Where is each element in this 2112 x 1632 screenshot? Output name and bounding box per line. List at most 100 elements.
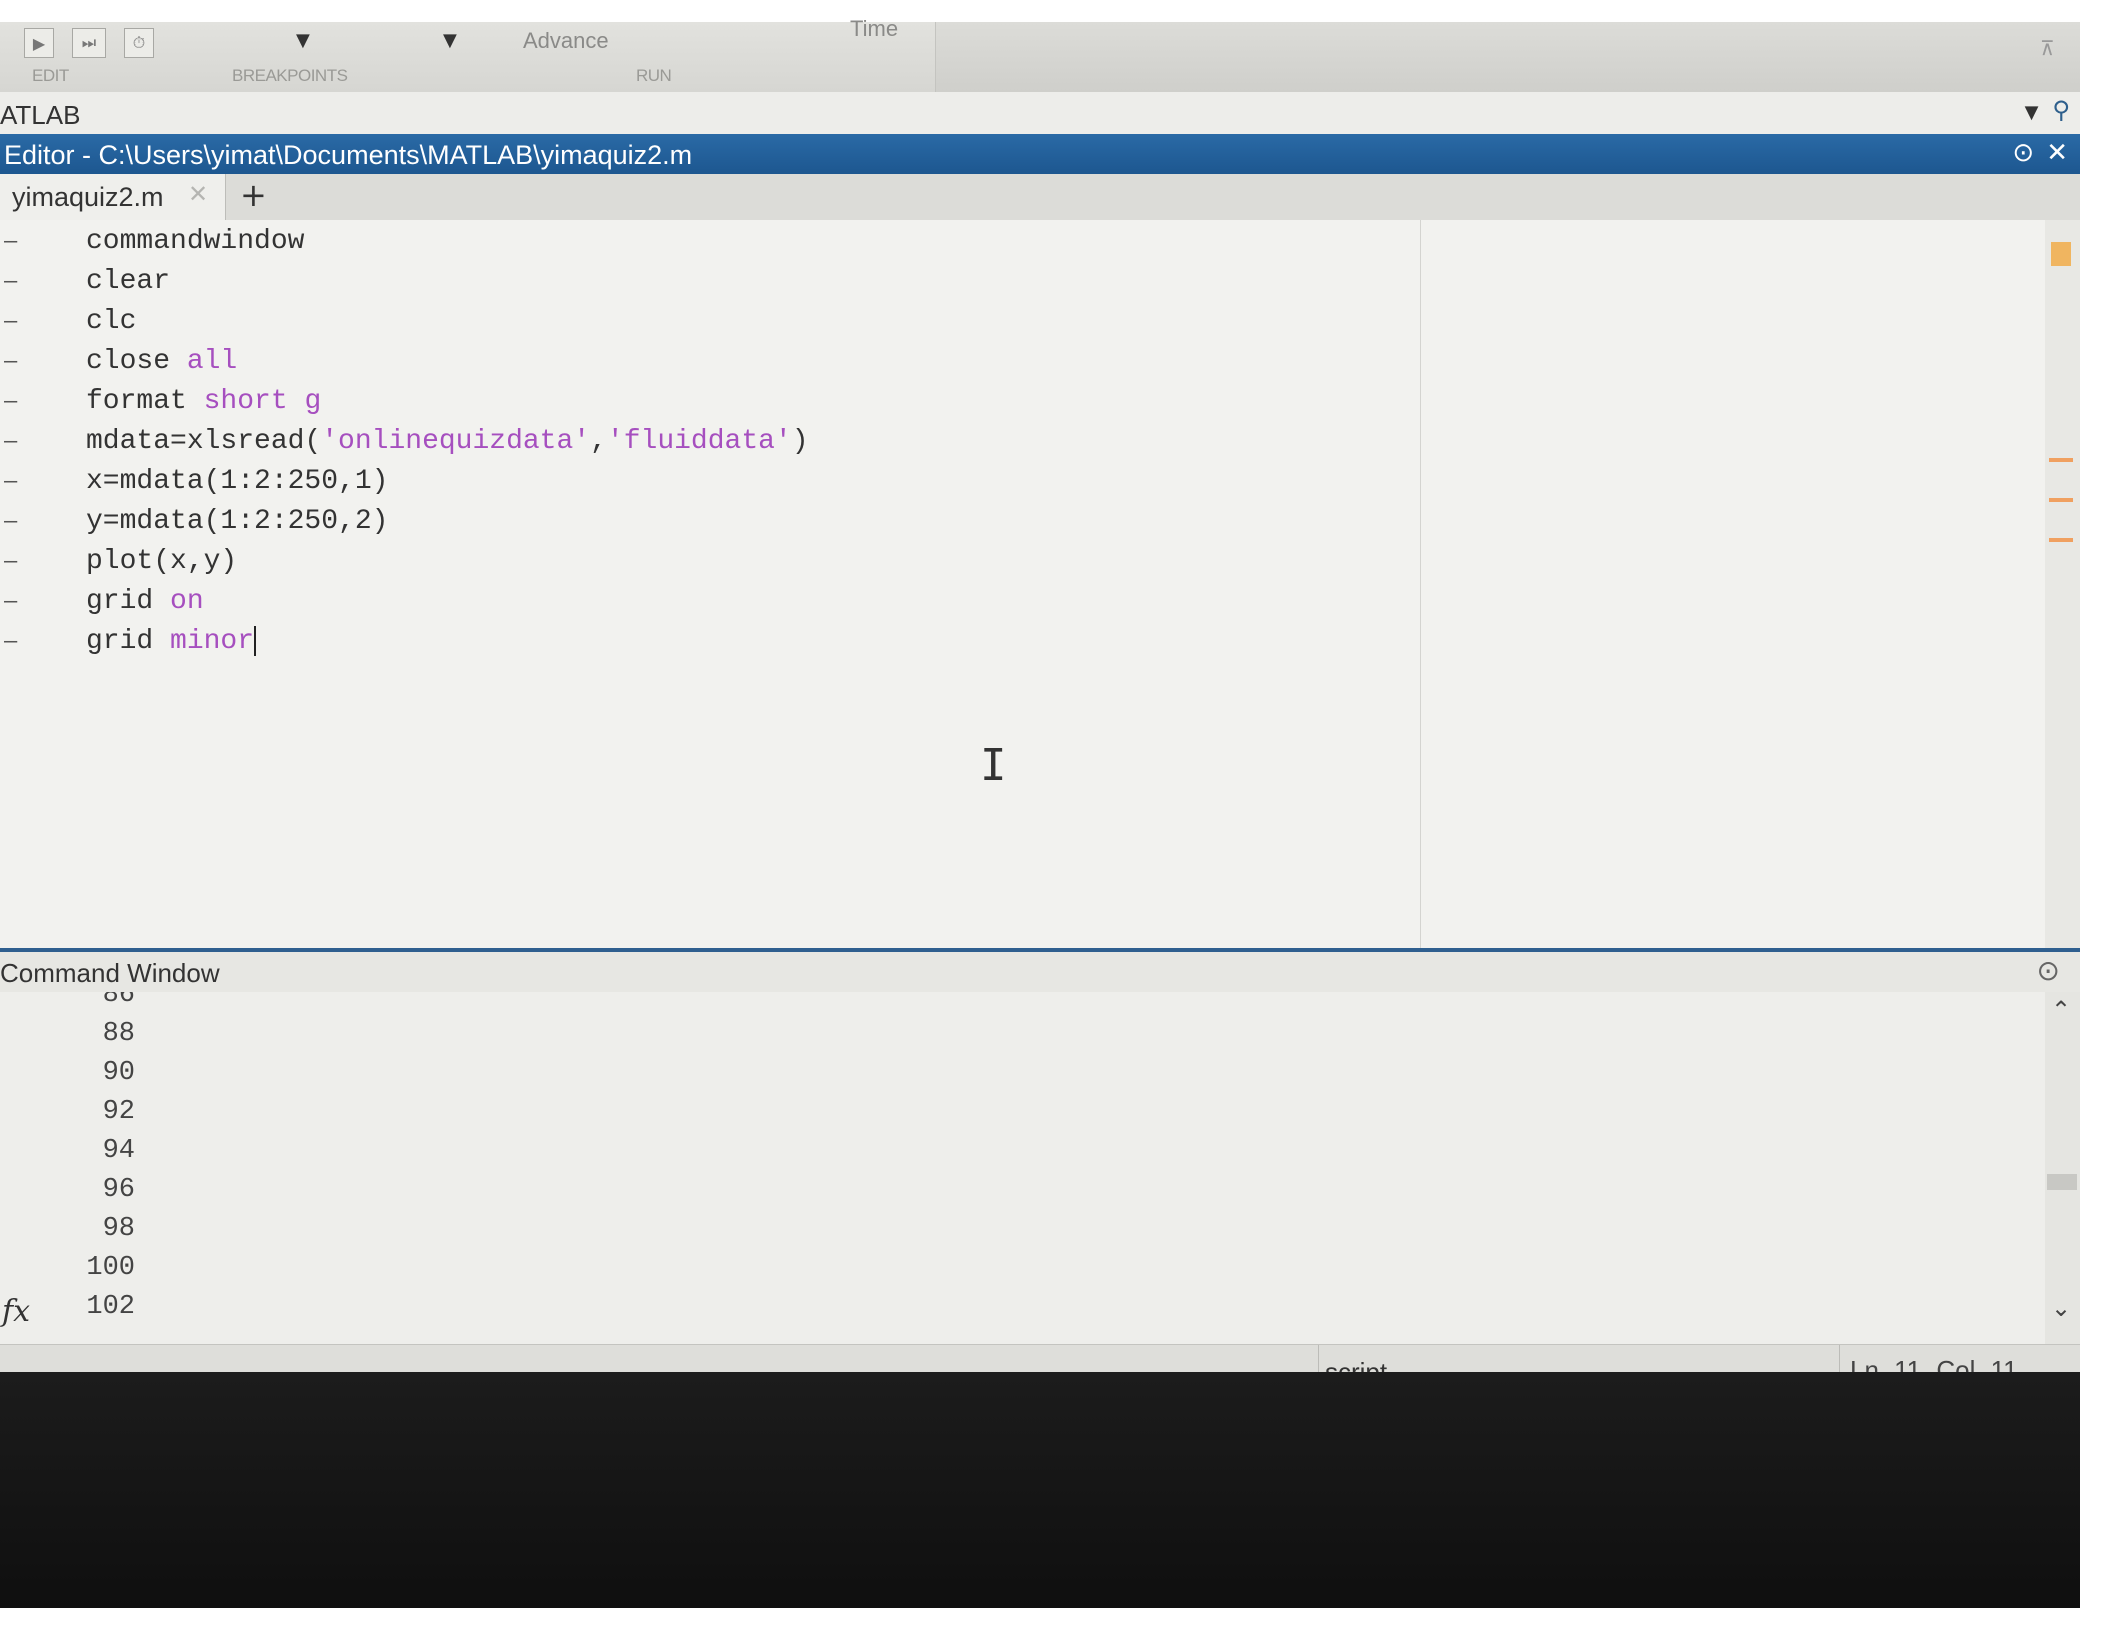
code-line[interactable]: grid minor	[86, 622, 257, 662]
code-text: x=mdata(1:2:250,1)	[86, 466, 389, 497]
code-text: grid	[86, 626, 171, 657]
function-browser-icon[interactable]: fx	[2, 1294, 30, 1329]
breakpoint-dash[interactable]: –	[4, 462, 17, 502]
app-header: ATLAB ▼ ⚲	[0, 92, 2080, 135]
tab-label: yimaquiz2.m	[12, 182, 164, 212]
dropdown-arrow-icon[interactable]: ▼	[296, 30, 310, 51]
editor-path: Editor - C:\Users\yimat\Documents\MATLAB…	[4, 140, 693, 170]
text-cursor-icon: I	[980, 740, 1007, 791]
breakpoint-dash[interactable]: –	[4, 222, 17, 262]
panel-menu-icon[interactable]: ⊙	[2012, 138, 2034, 168]
breakpoint-dash[interactable]: –	[4, 502, 17, 542]
code-keyword: all	[186, 346, 238, 377]
code-line[interactable]: format short g	[86, 382, 321, 422]
breakpoint-dash[interactable]: –	[4, 382, 17, 422]
pin-icon[interactable]: ⊼	[2040, 36, 2062, 66]
photo-border	[2080, 22, 2112, 1608]
command-window-title-bar: Command Window ⊙	[0, 952, 2080, 992]
code-text: grid	[86, 586, 171, 617]
line-gutter: – – – – – – – – – – –	[0, 220, 40, 948]
output-line: 98	[102, 1214, 135, 1244]
app-title: ATLAB	[0, 100, 81, 130]
code-text: mdata=xlsread(	[86, 426, 322, 457]
output-line: 90	[102, 1058, 135, 1088]
chevron-down-icon[interactable]: ▼	[2025, 102, 2039, 123]
code-area[interactable]: commandwindow clear clc close all format…	[86, 220, 1386, 948]
status-indicator[interactable]	[2051, 242, 2071, 266]
code-text: plot(x,y)	[86, 546, 238, 577]
code-line[interactable]: close all	[86, 342, 237, 382]
advance-label[interactable]: Advance	[523, 28, 609, 54]
breakpoint-dash[interactable]: –	[4, 542, 17, 582]
dropdown-arrow-icon[interactable]: ▼	[443, 30, 457, 51]
close-icon[interactable]: ✕	[2046, 138, 2068, 168]
breakpoint-dash[interactable]: –	[4, 582, 17, 622]
code-line[interactable]: grid on	[86, 582, 204, 622]
text-caret	[254, 625, 257, 656]
code-keyword: on	[170, 586, 204, 617]
code-line[interactable]: mdata=xlsread('onlinequizdata','fluiddat…	[86, 422, 809, 462]
code-text: close	[86, 346, 187, 377]
output-line: 94	[102, 1136, 135, 1166]
code-text: )	[791, 426, 809, 457]
section-run: RUN	[636, 66, 672, 85]
code-text: y=mdata(1:2:250,2)	[86, 506, 389, 537]
run-advance-icon[interactable]: ⏭	[72, 28, 106, 58]
breakpoint-dash[interactable]: –	[4, 262, 17, 302]
search-icon[interactable]: ⚲	[2052, 96, 2070, 124]
output-line: 86	[102, 992, 135, 1010]
output-line: 88	[102, 1019, 135, 1049]
header-icons: ▼ ⚲	[2025, 96, 2070, 124]
monitor-bezel	[0, 1372, 2080, 1608]
editor-title-bar: Editor - C:\Users\yimat\Documents\MATLAB…	[0, 134, 2080, 174]
toolstrip-group: ▶ ⏭ ⏱ ▼ ▼ Advance Time EDIT BREAKPOINTS …	[0, 16, 936, 92]
code-line[interactable]: commandwindow	[86, 222, 304, 262]
command-window-output[interactable]: 86 88 90 92 94 96 98 100 102 fx	[0, 992, 2045, 1344]
code-text: ,	[590, 426, 607, 457]
code-editor[interactable]: – – – – – – – – – – – commandwindow clea…	[0, 220, 2045, 948]
editor-tabs: yimaquiz2.m ✕ +	[0, 174, 2080, 221]
code-line[interactable]: plot(x,y)	[86, 542, 237, 582]
output-line: 100	[86, 1253, 135, 1283]
code-line[interactable]: clc	[86, 302, 136, 342]
code-line[interactable]: x=mdata(1:2:250,1)	[86, 462, 388, 502]
time-label[interactable]: Time	[850, 16, 898, 42]
warning-marker[interactable]	[2049, 458, 2073, 462]
tab-yimaquiz2[interactable]: yimaquiz2.m ✕	[0, 174, 226, 220]
command-window-scrollbar[interactable]: ⌃ ⌄	[2045, 992, 2080, 1344]
new-tab-button[interactable]: +	[240, 176, 267, 214]
breakpoint-dash[interactable]: –	[4, 422, 17, 462]
warning-marker[interactable]	[2049, 538, 2073, 542]
code-keyword: short g	[203, 386, 322, 417]
tab-close-icon[interactable]: ✕	[188, 180, 208, 208]
code-text: commandwindow	[86, 226, 305, 257]
matlab-window: ▶ ⏭ ⏱ ▼ ▼ Advance Time EDIT BREAKPOINTS …	[0, 16, 2080, 1395]
code-line[interactable]: clear	[86, 262, 170, 302]
code-string: 'fluiddata'	[606, 426, 792, 457]
code-text: clc	[86, 306, 137, 337]
code-keyword: minor	[170, 626, 255, 657]
code-text: format	[86, 386, 204, 417]
editor-title-icons: ⊙ ✕	[2012, 138, 2068, 168]
code-line[interactable]: y=mdata(1:2:250,2)	[86, 502, 388, 542]
code-text: clear	[86, 266, 171, 297]
breakpoint-dash[interactable]: –	[4, 622, 17, 662]
chevron-down-icon[interactable]: ⌄	[2051, 1294, 2071, 1322]
breakpoint-dash[interactable]: –	[4, 302, 17, 342]
warning-marker[interactable]	[2049, 498, 2073, 502]
output-line: 92	[102, 1097, 135, 1127]
editor-scrollbar[interactable]	[2045, 220, 2080, 948]
section-edit: EDIT	[32, 66, 69, 85]
section-breakpoints: BREAKPOINTS	[232, 66, 348, 85]
command-window-title: Command Window	[0, 958, 220, 988]
run-section-icon[interactable]: ▶	[24, 28, 54, 58]
breakpoint-dash[interactable]: –	[4, 342, 17, 382]
run-time-icon[interactable]: ⏱	[124, 28, 154, 58]
output-line: 96	[102, 1175, 135, 1205]
toolstrip: ▶ ⏭ ⏱ ▼ ▼ Advance Time EDIT BREAKPOINTS …	[0, 16, 2080, 92]
code-string: 'onlinequizdata'	[321, 426, 591, 457]
right-margin-line	[1420, 220, 1421, 948]
scrollbar-thumb[interactable]	[2047, 1174, 2077, 1190]
chevron-up-icon[interactable]: ⌃	[2051, 996, 2071, 1024]
panel-menu-icon[interactable]: ⊙	[2037, 954, 2060, 987]
